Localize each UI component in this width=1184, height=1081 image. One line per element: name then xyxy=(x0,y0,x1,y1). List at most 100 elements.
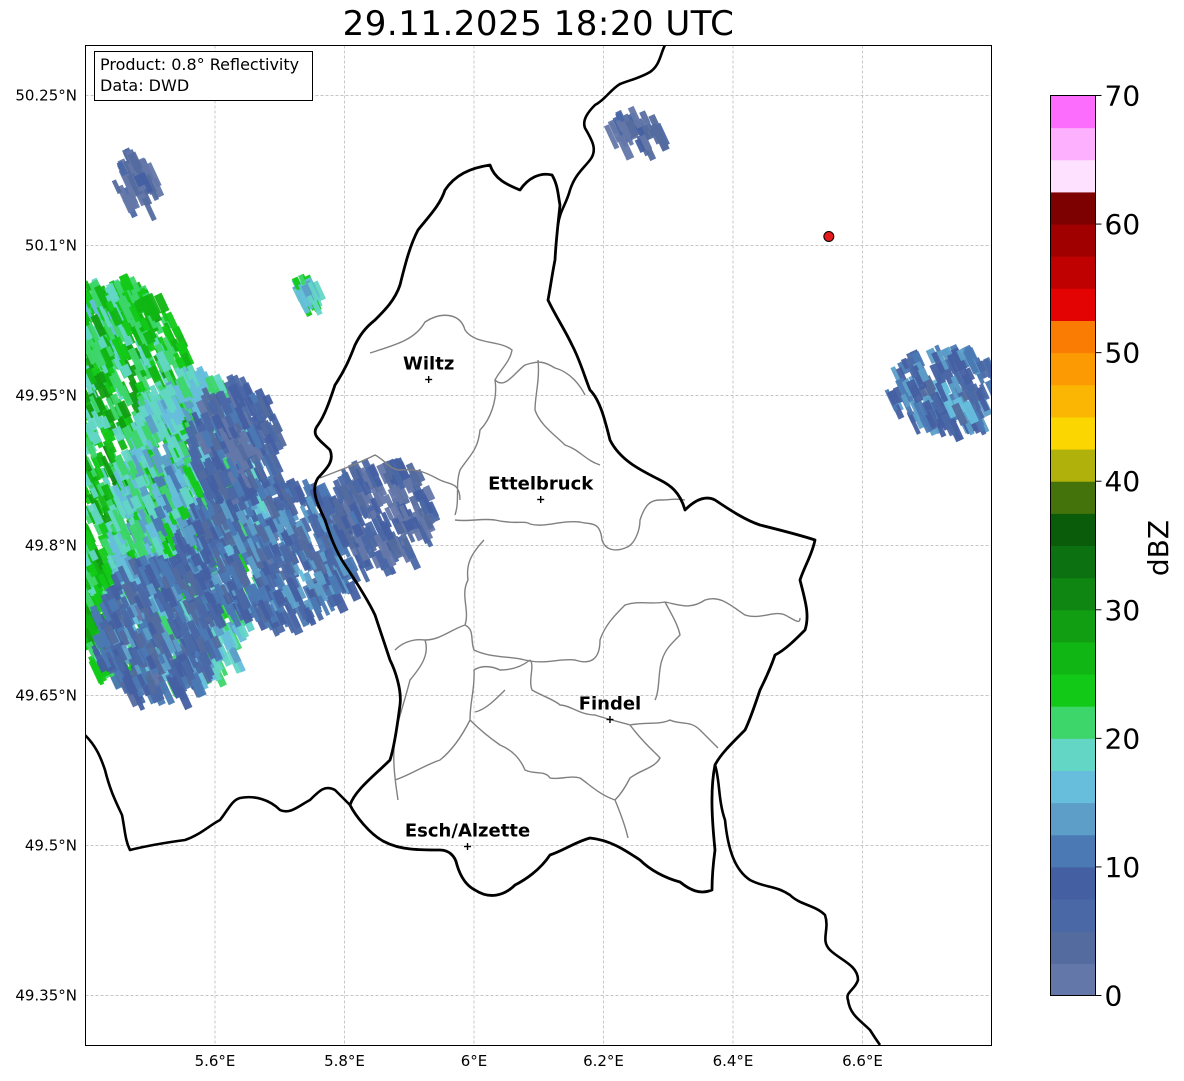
echo-pixel xyxy=(38,496,50,511)
echo-pixel xyxy=(60,334,75,359)
echo-pixel xyxy=(35,497,49,518)
echo-pixel xyxy=(68,416,81,437)
echo-pixel xyxy=(85,596,86,610)
echo-pixel xyxy=(61,452,78,476)
echo-pixel xyxy=(995,388,1011,410)
echo-pixel xyxy=(64,590,75,606)
echo-pixel xyxy=(73,640,82,653)
echo-pixel xyxy=(73,350,84,364)
echo-pixel xyxy=(85,455,87,476)
echo-pixel xyxy=(65,325,79,346)
echo-pixel xyxy=(54,356,66,369)
echo-pixel xyxy=(35,484,43,495)
echo-pixel xyxy=(54,555,69,574)
echo-pixel xyxy=(53,492,64,510)
echo-pixel xyxy=(72,478,82,492)
echo-pixel xyxy=(70,329,84,347)
echo-pixel xyxy=(37,511,53,537)
echo-pixel xyxy=(53,411,67,429)
echo-pixel xyxy=(51,467,64,482)
echo-pixel xyxy=(52,485,63,501)
echo-pixel xyxy=(59,403,74,421)
echo-pixel xyxy=(57,504,72,528)
echo-pixel xyxy=(58,440,70,457)
echo-pixel xyxy=(54,361,70,387)
echo-pixel xyxy=(70,314,85,338)
echo-pixel xyxy=(55,408,71,430)
echo-pixel xyxy=(65,342,80,360)
echo-pixel xyxy=(52,463,63,480)
lat-tick-label: 49.8°N xyxy=(25,537,77,555)
echo-pixel xyxy=(67,408,84,434)
echo-pixel xyxy=(57,600,69,614)
echo-pixel xyxy=(44,428,56,443)
city-label: Esch/Alzette xyxy=(405,821,530,842)
echo-pixel xyxy=(67,469,83,493)
echo-pixel xyxy=(70,480,81,493)
echo-pixel xyxy=(61,579,72,592)
echo-pixel xyxy=(54,505,67,526)
echo-pixel xyxy=(61,466,73,483)
echo-pixel xyxy=(63,445,80,468)
echo-pixel xyxy=(67,322,81,346)
echo-pixel xyxy=(85,338,87,352)
echo-pixel xyxy=(60,356,73,377)
echo-pixel xyxy=(39,473,50,487)
echo-pixel xyxy=(62,462,71,475)
echo-pixel xyxy=(68,599,80,613)
echo-pixel xyxy=(66,520,77,532)
echo-pixel xyxy=(992,384,1009,407)
echo-pixel xyxy=(46,403,57,421)
echo-pixel xyxy=(43,467,55,486)
echo-pixel xyxy=(70,579,81,596)
echo-pixel xyxy=(54,425,65,439)
echo-pixel xyxy=(56,438,69,459)
echo-pixel xyxy=(46,515,61,535)
echo-pixel xyxy=(997,382,1011,400)
echo-pixel xyxy=(85,288,87,308)
echo-pixel xyxy=(36,490,49,504)
echo-pixel xyxy=(54,498,68,520)
echo-pixel xyxy=(85,571,86,589)
echo-pixel xyxy=(71,314,83,331)
echo-pixel xyxy=(61,436,77,459)
echo-pixel xyxy=(51,505,63,520)
echo-pixel xyxy=(992,381,1004,395)
echo-pixel xyxy=(67,419,79,436)
echo-pixel xyxy=(70,418,79,430)
echo-pixel xyxy=(67,577,84,601)
echo-pixel xyxy=(63,616,73,631)
echo-pixel xyxy=(39,466,54,491)
echo-pixel xyxy=(54,518,67,533)
echo-pixel xyxy=(85,569,87,584)
echo-pixel xyxy=(42,406,53,422)
echo-pixel xyxy=(43,438,57,454)
echo-pixel xyxy=(44,521,54,534)
echo-pixel xyxy=(44,451,58,469)
echo-pixel xyxy=(54,598,67,618)
echo-pixel xyxy=(85,403,87,421)
echo-pixel xyxy=(50,467,60,481)
echo-pixel xyxy=(57,592,73,614)
echo-pixel xyxy=(66,610,83,633)
echo-pixel xyxy=(56,356,70,374)
echo-pixel xyxy=(34,484,46,503)
city-label: Findel xyxy=(579,694,642,715)
echo-pixel xyxy=(60,582,74,603)
echo-pixel xyxy=(72,456,81,467)
echo-pixel xyxy=(51,574,65,597)
echo-pixel xyxy=(47,447,61,464)
echo-pixel xyxy=(72,633,82,646)
echo-pixel xyxy=(42,487,59,513)
echo-pixel xyxy=(72,612,83,628)
echo-pixel xyxy=(43,458,57,480)
echo-pixel xyxy=(52,471,69,495)
echo-pixel xyxy=(39,460,48,472)
echo-pixel xyxy=(43,471,54,484)
echo-pixel xyxy=(85,503,87,522)
lat-tick-label: 50.1°N xyxy=(25,237,77,255)
lon-tick-label: 5.6°E xyxy=(195,1052,236,1070)
echo-pixel xyxy=(56,516,70,538)
echo-pixel xyxy=(72,586,84,602)
echo-pixel xyxy=(37,470,51,489)
